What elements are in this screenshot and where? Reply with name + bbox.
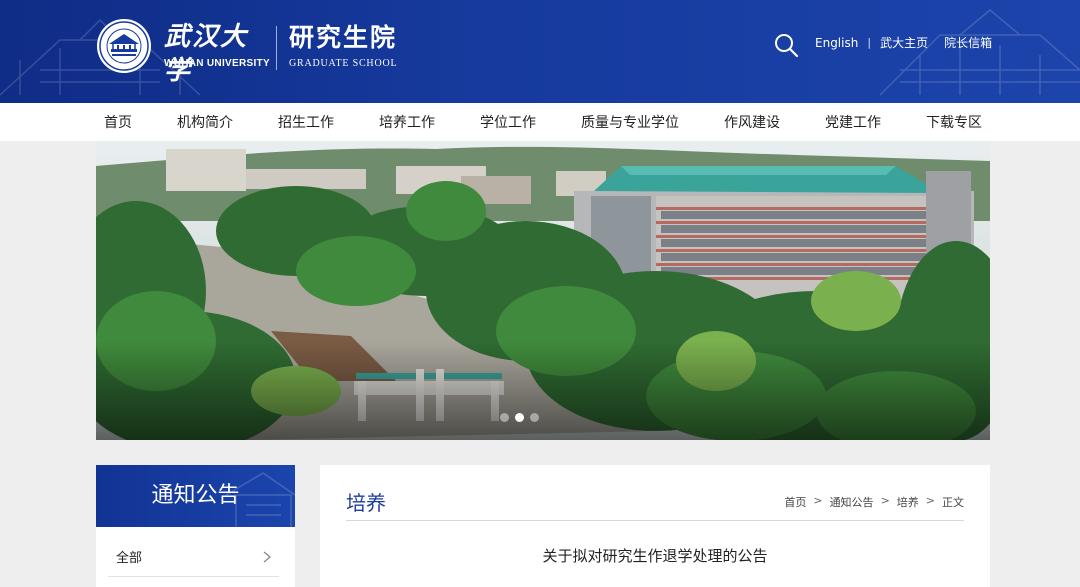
nav-item-quality[interactable]: 质量与专业学位	[573, 112, 687, 132]
breadcrumb-separator: >	[880, 494, 890, 507]
category-title: 培养	[346, 491, 386, 515]
university-name-cn: 武汉大学	[164, 22, 249, 86]
carousel-dot-active[interactable]	[515, 413, 524, 422]
breadcrumb-training[interactable]: 培养	[897, 494, 919, 510]
nav-item-admission[interactable]: 招生工作	[270, 112, 342, 132]
search-icon[interactable]	[773, 32, 799, 58]
nav-item-downloads[interactable]: 下载专区	[918, 112, 990, 132]
school-name-en: GRADUATE SCHOOL	[289, 58, 398, 69]
building-outline-decoration	[0, 9, 1080, 96]
sidebar-list: 全部	[96, 527, 295, 587]
divider	[346, 520, 964, 521]
campus-photo	[96, 141, 990, 440]
main-nav: 首页 机构简介 招生工作 培养工作 学位工作 质量与专业学位 作风建设 党建工作…	[0, 103, 1080, 141]
article-panel: 培养 首页 > 通知公告 > 培养 > 正文 关于拟对研究生作退学处理的公告	[320, 465, 990, 587]
dean-mailbox-link[interactable]: 院长信箱	[944, 34, 992, 51]
university-logo[interactable]: 武汉大学 WUHAN UNIVERSITY 研究生院 GRADUATE SCHO…	[96, 18, 397, 86]
sidebar-title: 通知公告	[151, 483, 240, 508]
breadcrumb-current: 正文	[942, 496, 964, 509]
nav-item-degree[interactable]: 学位工作	[472, 112, 544, 132]
sidebar-title-block: 通知公告	[96, 465, 295, 527]
carousel-dots	[500, 413, 539, 422]
university-seal-icon	[97, 19, 151, 73]
article-title: 关于拟对研究生作退学处理的公告	[542, 547, 768, 565]
school-name-cn: 研究生院	[289, 23, 398, 52]
sidebar-item-all[interactable]: 全部	[108, 537, 279, 577]
carousel-dot[interactable]	[530, 413, 539, 422]
top-links: English | 武大主页 院长信箱	[815, 34, 992, 51]
whu-home-link[interactable]: 武大主页	[880, 34, 928, 51]
nav-item-conduct[interactable]: 作风建设	[716, 112, 788, 132]
site-header: 武汉大学 WUHAN UNIVERSITY 研究生院 GRADUATE SCHO…	[0, 0, 1080, 103]
nav-item-party[interactable]: 党建工作	[817, 112, 889, 132]
nav-item-about[interactable]: 机构简介	[169, 112, 241, 132]
breadcrumb-home[interactable]: 首页	[784, 494, 806, 510]
sidebar-item-label: 全部	[116, 551, 143, 566]
link-separator: |	[867, 36, 872, 49]
carousel-dot[interactable]	[500, 413, 509, 422]
logo-divider	[276, 26, 277, 70]
nav-item-home[interactable]: 首页	[96, 112, 140, 132]
english-link[interactable]: English	[815, 36, 858, 50]
breadcrumb-notices[interactable]: 通知公告	[830, 494, 874, 510]
breadcrumb-separator: >	[813, 494, 823, 507]
chevron-right-icon	[263, 551, 272, 562]
campus-banner-carousel[interactable]	[96, 141, 990, 440]
breadcrumb: 首页 > 通知公告 > 培养 > 正文	[784, 494, 964, 510]
nav-item-training[interactable]: 培养工作	[371, 112, 443, 132]
nav-items: 首页 机构简介 招生工作 培养工作 学位工作 质量与专业学位 作风建设 党建工作…	[96, 103, 990, 141]
breadcrumb-separator: >	[925, 494, 935, 507]
university-name-en: WUHAN UNIVERSITY	[164, 58, 270, 69]
